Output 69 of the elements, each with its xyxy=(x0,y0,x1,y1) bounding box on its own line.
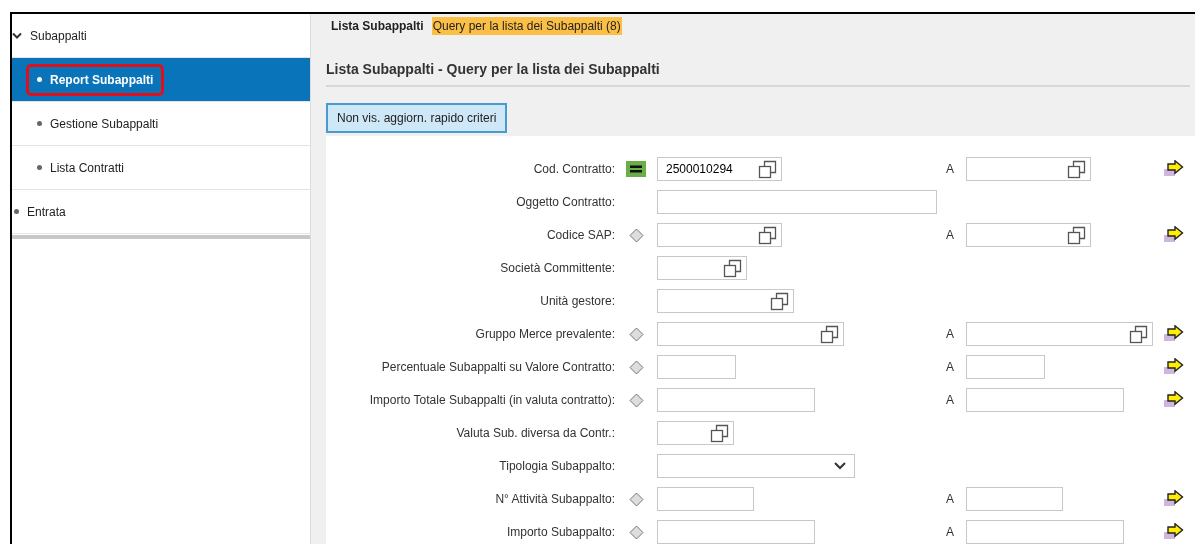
range-label: A xyxy=(946,359,955,376)
arrow-right-icon[interactable] xyxy=(1164,523,1184,541)
input-field[interactable] xyxy=(966,322,1153,346)
value-help-icon[interactable] xyxy=(1067,159,1086,179)
breadcrumb-title: Lista Subappalti xyxy=(331,18,424,36)
toggle-button[interactable]: Non vis. aggiorn. rapido criteri xyxy=(326,103,508,133)
field-label: Tipologia Subappalto: xyxy=(498,458,615,475)
input-field[interactable] xyxy=(657,322,844,346)
breadcrumb-current[interactable]: Query per la lista dei Subappalti (8) xyxy=(431,17,622,36)
range-label: A xyxy=(946,392,955,409)
item-label: Lista Contratti xyxy=(26,151,136,184)
input-field[interactable] xyxy=(657,256,747,280)
item-label: Gestione Subappalti xyxy=(26,107,170,140)
chevron-down-icon xyxy=(834,462,846,470)
field-label: Società Committente: xyxy=(499,260,615,277)
page-heading: Lista Subappalti - Query per la lista dei Subappalti xyxy=(326,59,1190,87)
equals-icon[interactable] xyxy=(626,161,646,177)
field-label: Oggetto Contratto: xyxy=(515,194,615,211)
input-field[interactable] xyxy=(657,520,815,544)
bullet-icon xyxy=(14,209,19,214)
field-value: 2500010294 xyxy=(666,161,734,178)
field-label: Importo Totale Subappalti (in valuta contratto): xyxy=(368,392,615,409)
dropdown-field[interactable] xyxy=(657,454,855,478)
field-label: Cod. Contratto: xyxy=(532,161,615,178)
input-field[interactable] xyxy=(966,157,1091,181)
range-label: A xyxy=(946,227,955,244)
arrow-right-icon[interactable] xyxy=(1164,391,1184,409)
range-label: A xyxy=(946,326,955,343)
value-help-icon[interactable] xyxy=(758,159,777,179)
input-field[interactable] xyxy=(966,223,1091,247)
input-field[interactable] xyxy=(657,388,815,412)
input-field[interactable]: 2500010294 xyxy=(657,157,782,181)
chevron-down-icon xyxy=(12,31,22,40)
item-label: Entrata xyxy=(27,203,66,221)
input-field[interactable] xyxy=(657,289,794,313)
arrow-right-icon[interactable] xyxy=(1164,490,1184,508)
field-label: Importo Subappalto: xyxy=(505,524,615,541)
value-help-icon[interactable] xyxy=(710,423,729,443)
input-field[interactable] xyxy=(657,223,782,247)
value-help-icon[interactable] xyxy=(723,258,742,278)
input-field[interactable] xyxy=(657,421,734,445)
arrow-right-icon[interactable] xyxy=(1164,325,1184,343)
range-label: A xyxy=(946,524,955,541)
field-label: Valuta Sub. diversa da Contr.: xyxy=(455,425,615,442)
input-field[interactable] xyxy=(966,520,1124,544)
field-label: N° Attività Subappalto: xyxy=(494,491,615,508)
highlight-outline: Report Subappalti xyxy=(26,63,165,96)
field-label: Codice SAP: xyxy=(545,227,615,244)
arrow-right-icon[interactable] xyxy=(1164,226,1184,244)
sidebar-item[interactable]: Report Subappalti xyxy=(12,58,310,102)
input-field[interactable] xyxy=(657,190,937,214)
value-help-icon[interactable] xyxy=(1129,324,1148,344)
field-label: Gruppo Merce prevalente: xyxy=(474,326,615,343)
input-field[interactable] xyxy=(657,487,754,511)
field-label: Percentuale Subappalti su Valore Contratto: xyxy=(380,359,615,376)
field-label: Unità gestore: xyxy=(539,293,615,310)
value-help-icon[interactable] xyxy=(820,324,839,344)
input-field[interactable] xyxy=(966,388,1124,412)
value-help-icon[interactable] xyxy=(1067,225,1086,245)
value-help-icon[interactable] xyxy=(758,225,777,245)
input-field[interactable] xyxy=(657,355,736,379)
item-label: Subappalti xyxy=(30,27,87,45)
input-field[interactable] xyxy=(966,487,1063,511)
input-field[interactable] xyxy=(966,355,1045,379)
arrow-right-icon[interactable] xyxy=(1164,358,1184,376)
range-label: A xyxy=(946,161,955,178)
arrow-right-icon[interactable] xyxy=(1164,160,1184,178)
value-help-icon[interactable] xyxy=(770,291,789,311)
range-label: A xyxy=(946,491,955,508)
